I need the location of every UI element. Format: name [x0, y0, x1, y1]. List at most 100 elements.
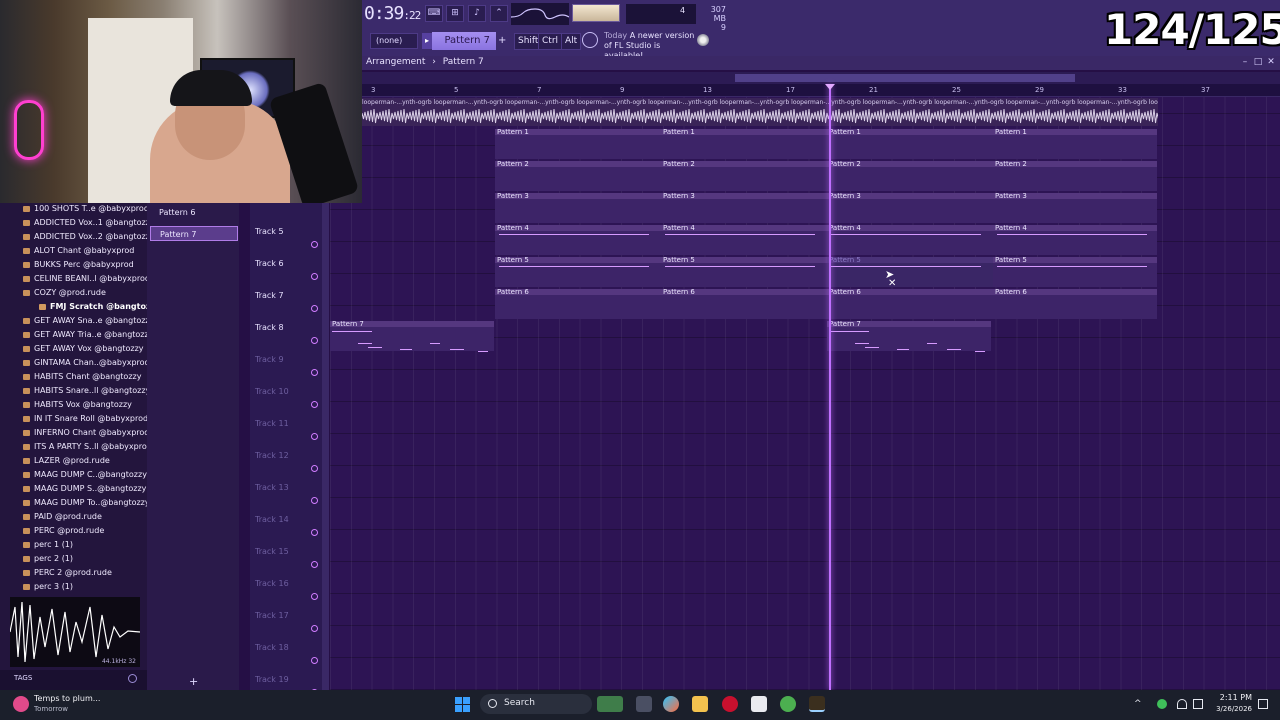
browser-item[interactable]: MAAG DUMP S..@bangtozzy — [22, 484, 146, 493]
pattern-clip[interactable]: Pattern 3 — [993, 193, 1157, 223]
browser-item[interactable]: HABITS Vox @bangtozzy — [23, 400, 132, 409]
pattern-clip[interactable]: Pattern 5 — [827, 257, 993, 287]
browser-item[interactable]: ITS A PARTY S..ll @babyxprod — [23, 442, 152, 451]
news-icon[interactable] — [582, 32, 598, 48]
track-name[interactable]: Track 6 — [255, 259, 284, 268]
track-name[interactable]: Track 12 — [255, 451, 289, 460]
metronome-icon[interactable]: ⌃ — [490, 5, 508, 22]
song-position-display[interactable]: 0:39:22 — [364, 3, 421, 24]
file-explorer-icon[interactable] — [692, 696, 708, 712]
track-mute-dot-icon[interactable] — [311, 305, 318, 312]
breadcrumb-root[interactable]: Arrangement — [366, 57, 425, 67]
volume-icon[interactable] — [1193, 699, 1203, 709]
track-name[interactable]: Track 11 — [255, 419, 289, 428]
pattern-clip[interactable]: Pattern 7 — [827, 321, 991, 352]
browser-item[interactable]: MAAG DUMP To..@bangtozzy — [23, 498, 150, 507]
browser-item[interactable]: GINTAMA Chan..@babyxprod — [23, 358, 150, 367]
pattern-clip[interactable]: Pattern 1 — [827, 129, 993, 159]
track-name[interactable]: Track 15 — [255, 547, 289, 556]
browser-item[interactable]: BUKKS Perc @babyxprod — [23, 260, 134, 269]
weather-icon[interactable] — [13, 696, 29, 712]
track-name[interactable]: Track 7 — [255, 291, 284, 300]
track-mute-dot-icon[interactable] — [311, 401, 318, 408]
track-mute-dot-icon[interactable] — [311, 657, 318, 664]
master-volume-meter[interactable] — [572, 4, 620, 22]
pattern-clip[interactable]: Pattern 4 — [827, 225, 993, 255]
pattern-clip[interactable]: Pattern 6 — [993, 289, 1157, 319]
track-mute-dot-icon[interactable] — [311, 433, 318, 440]
pattern-clip[interactable]: Pattern 6 — [661, 289, 827, 319]
track-mute-dot-icon[interactable] — [311, 465, 318, 472]
track-mute-dot-icon[interactable] — [311, 369, 318, 376]
track-name[interactable]: Track 5 — [255, 227, 284, 236]
track-mute-dot-icon[interactable] — [311, 529, 318, 536]
pattern-clip[interactable]: Pattern 2 — [661, 161, 827, 191]
pattern-clip[interactable]: Pattern 3 — [661, 193, 827, 223]
pattern-clip[interactable]: Pattern 3 — [827, 193, 993, 223]
notification-icon[interactable] — [1258, 699, 1268, 709]
pattern-selector[interactable]: Pattern 7 — [432, 32, 496, 50]
picker-add-button[interactable]: + — [189, 675, 198, 688]
browser-item[interactable]: ADDICTED Vox..1 @bangtozzy — [23, 218, 155, 227]
scrollbar-thumb[interactable] — [735, 74, 1075, 82]
sample-preview[interactable]: 44.1kHz 32 — [9, 597, 141, 667]
minimize-icon[interactable]: – — [1240, 57, 1250, 67]
track-name[interactable]: Track 14 — [255, 515, 289, 524]
timeline-ruler[interactable] — [362, 84, 1280, 97]
browser-item[interactable]: CELINE BEANI..l @babyxprod — [23, 274, 150, 283]
pattern-clip[interactable]: Pattern 3 — [495, 193, 661, 223]
browser-item[interactable]: perc 3 (1) — [22, 582, 73, 591]
playlist-titlebar[interactable] — [362, 56, 1280, 70]
online-globe-icon[interactable] — [697, 34, 709, 46]
pattern-clip[interactable]: Pattern 4 — [661, 225, 827, 255]
track-name[interactable]: Track 18 — [255, 643, 289, 652]
maximize-icon[interactable]: □ — [1253, 57, 1263, 67]
browser-item[interactable]: PAID @prod.rude — [23, 512, 102, 521]
pattern-clip[interactable]: Pattern 1 — [495, 129, 661, 159]
browser-search-icon[interactable] — [128, 674, 137, 683]
track-mute-dot-icon[interactable] — [311, 625, 318, 632]
start-icon[interactable] — [455, 697, 470, 712]
step-edit-icon[interactable]: ⊞ — [446, 5, 464, 22]
store-icon[interactable] — [751, 696, 767, 712]
blend-notes-icon[interactable]: ♪ — [468, 5, 486, 22]
browser-item[interactable]: perc 2 (1) — [22, 554, 73, 563]
browser-item[interactable]: HABITS Snare..ll @bangtozzy — [22, 386, 150, 395]
browser-item[interactable]: GET AWAY Sna..e @bangtozzy — [22, 316, 154, 325]
browser-item[interactable]: GET AWAY Tria..e @bangtozzy — [22, 330, 153, 339]
browser-item[interactable]: GET AWAY Vox @bangtozzy — [23, 344, 144, 353]
tray-chevron-icon[interactable]: ^ — [1134, 699, 1144, 709]
opera-icon[interactable] — [722, 696, 738, 712]
track-mute-dot-icon[interactable] — [311, 561, 318, 568]
wifi-icon[interactable] — [1177, 699, 1187, 709]
chrome-icon[interactable] — [780, 696, 796, 712]
pattern-clip[interactable]: Pattern 2 — [827, 161, 993, 191]
fl-studio-taskbar-icon[interactable] — [809, 696, 825, 712]
browser-item[interactable]: 100 SHOTS T..e @babyxprod — [23, 204, 149, 213]
pattern-clip[interactable]: Pattern 6 — [495, 289, 661, 319]
track-name[interactable]: Track 17 — [255, 611, 289, 620]
track-mute-dot-icon[interactable] — [311, 273, 318, 280]
picker-item-pattern-7[interactable]: Pattern 7 — [150, 226, 238, 241]
tags-label[interactable]: TAGS — [14, 674, 32, 682]
track-mute-dot-icon[interactable] — [311, 337, 318, 344]
microphone-icon[interactable] — [1157, 699, 1167, 709]
ctrl-key-button[interactable]: Ctrl — [538, 33, 563, 50]
widget-icon[interactable] — [597, 696, 623, 712]
pattern-clip[interactable]: Pattern 1 — [661, 129, 827, 159]
track-name[interactable]: Track 10 — [255, 387, 289, 396]
pattern-clip[interactable]: Pattern 7 — [330, 321, 494, 352]
breadcrumb-pattern[interactable]: Pattern 7 — [443, 57, 484, 67]
track-name[interactable]: Track 19 — [255, 675, 289, 684]
pattern-clip[interactable]: Pattern 5 — [495, 257, 661, 287]
typing-keyboard-icon[interactable]: ⌨ — [425, 5, 443, 22]
track-mute-dot-icon[interactable] — [311, 241, 318, 248]
browser-item[interactable]: HABITS Chant @bangtozzy — [22, 372, 141, 381]
track-mute-dot-icon[interactable] — [311, 497, 318, 504]
track-name[interactable]: Track 9 — [255, 355, 284, 364]
playhead[interactable] — [829, 84, 831, 690]
browser-item[interactable]: COZY @prod.rude — [23, 288, 106, 297]
pattern-clip[interactable]: Pattern 2 — [495, 161, 661, 191]
alt-key-button[interactable]: Alt — [561, 33, 582, 50]
clock-date[interactable]: 3/26/2026 — [1206, 705, 1252, 713]
